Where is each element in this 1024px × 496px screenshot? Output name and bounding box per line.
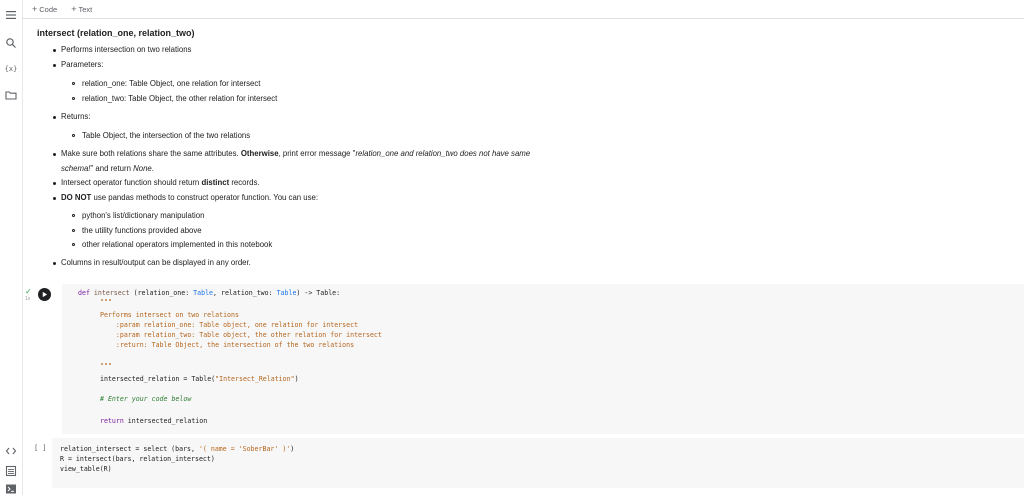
type-name: Table xyxy=(191,375,212,383)
text-italic: schema! xyxy=(61,164,91,173)
variables-icon[interactable]: {x} xyxy=(4,62,18,76)
code-cell-test[interactable]: [ ] relation_intersect = select (bars, '… xyxy=(22,438,1024,493)
terminal-icon[interactable] xyxy=(4,482,18,496)
code-line: intersected_relation = Table("Intersect_… xyxy=(100,375,299,383)
add-text-button[interactable]: + Text xyxy=(71,3,93,14)
add-text-label: Text xyxy=(78,4,93,14)
command-palette-icon[interactable] xyxy=(4,464,18,478)
sub-bullet xyxy=(72,229,75,232)
code-text: : xyxy=(336,289,341,297)
sub-bullet xyxy=(72,134,75,137)
same-attributes-item-cont: schema!" and return None. xyxy=(61,164,154,173)
code-text: ) xyxy=(294,375,299,383)
run-cell-button[interactable] xyxy=(38,288,51,301)
type-name: Table xyxy=(316,289,337,297)
text-bold: DO NOT xyxy=(61,193,92,202)
plus-icon: + xyxy=(32,3,38,14)
add-code-label: Code xyxy=(39,4,58,14)
no-pandas-item: DO NOT use pandas methods to construct o… xyxy=(61,193,318,202)
code-text: relation_intersect = select (bars, xyxy=(60,445,199,453)
sub-bullet xyxy=(72,243,75,246)
text: Intersect operator function should retur… xyxy=(61,178,202,187)
docstring-line: :param relation_two: Table object, the o… xyxy=(100,331,382,339)
execution-time: 1s xyxy=(25,296,31,302)
text-bold: distinct xyxy=(201,178,230,187)
sub-bullet xyxy=(72,97,75,100)
sub-bullet xyxy=(72,82,75,85)
distinct-item: Intersect operator function should retur… xyxy=(61,178,260,187)
code-text: (relation_one: xyxy=(129,289,194,297)
text-italic: relation_one and relation_two does not h… xyxy=(355,149,531,158)
code-cell-intersect[interactable]: ✓ 1s def intersect (relation_one: Table,… xyxy=(22,284,1024,436)
string-literal: '( name = 'SoberBar' )' xyxy=(198,445,291,453)
code-text: intersected_relation xyxy=(123,417,208,425)
code-line: return intersected_relation xyxy=(100,417,207,425)
code-line: relation_intersect = select (bars, '( na… xyxy=(60,445,294,453)
code-snippets-icon[interactable] xyxy=(4,444,18,458)
text: Make sure both relations share the same … xyxy=(61,149,241,158)
bullet xyxy=(53,64,56,67)
returns-item: Returns: xyxy=(61,112,91,121)
text: records. xyxy=(229,178,260,187)
sub-bullet xyxy=(72,214,75,217)
allowed-utility-functions: the utility functions provided above xyxy=(82,226,202,235)
search-icon[interactable] xyxy=(4,36,18,50)
column-order-item: Columns in result/output can be displaye… xyxy=(61,258,251,267)
code-line: R = intersect(bars, relation_intersect) xyxy=(60,455,215,463)
code-editor[interactable]: def intersect (relation_one: Table, rela… xyxy=(62,284,1024,434)
check-icon: ✓ xyxy=(25,287,32,296)
returns-desc: Table Object, the intersection of the tw… xyxy=(82,131,251,140)
bullet xyxy=(53,49,56,52)
docstring-line: Performs intersect on two relations xyxy=(100,311,239,319)
notebook-toolbar: + Code + Text xyxy=(22,0,1024,19)
run-cell-bracket[interactable]: [ ] xyxy=(34,444,47,452)
docstring-line: """ xyxy=(100,298,112,306)
docstring-line: """ xyxy=(100,362,112,370)
left-sidebar: {x} xyxy=(0,0,23,495)
code-line: def intersect (relation_one: Table, rela… xyxy=(78,289,340,297)
param-relation-two: relation_two: Table Object, the other re… xyxy=(82,94,278,103)
comment-line: # Enter your code below xyxy=(100,395,192,403)
code-text: , relation_two: xyxy=(213,289,277,297)
bullet xyxy=(53,182,56,185)
function-heading: intersect (relation_one, relation_two) xyxy=(37,28,195,38)
text-cell[interactable]: intersect (relation_one, relation_two) P… xyxy=(22,20,1024,282)
function-name: intersect xyxy=(93,289,130,297)
keyword: return xyxy=(100,417,124,425)
code-text: ) -> xyxy=(296,289,317,297)
text-italic: None xyxy=(133,164,152,173)
type-name: Table xyxy=(193,289,214,297)
text-bold: Otherwise xyxy=(240,149,279,158)
code-text: intersected_relation = xyxy=(100,375,192,383)
param-relation-one: relation_one: Table Object, one relation… xyxy=(82,79,261,88)
text: use pandas methods to construct operator… xyxy=(91,193,319,202)
string-literal: "Intersect_Relation" xyxy=(215,375,295,383)
code-editor[interactable]: relation_intersect = select (bars, '( na… xyxy=(52,438,1024,488)
add-code-button[interactable]: + Code xyxy=(32,3,58,14)
bullet xyxy=(53,153,56,156)
code-line: view_table(R) xyxy=(60,465,112,473)
allowed-python-lists: python's list/dictionary manipulation xyxy=(82,211,205,220)
type-name: Table xyxy=(276,289,297,297)
files-icon[interactable] xyxy=(4,88,18,102)
docstring-line: :param relation_one: Table object, one r… xyxy=(100,321,359,329)
keyword: def xyxy=(78,289,90,297)
parameters-item: Parameters: xyxy=(61,60,104,69)
docstring-line: :return: Table Object, the intersection … xyxy=(100,341,355,349)
cell-gutter: ✓ 1s xyxy=(22,284,60,436)
same-attributes-item: Make sure both relations share the same … xyxy=(61,149,530,158)
text: . xyxy=(151,164,154,173)
play-icon xyxy=(42,291,48,298)
bullet xyxy=(53,262,56,265)
allowed-relational-operators: other relational operators implemented i… xyxy=(82,240,273,249)
menu-icon[interactable] xyxy=(4,8,18,22)
bullet xyxy=(53,197,56,200)
text: " and return xyxy=(90,164,134,173)
bullet xyxy=(53,116,56,119)
text: , print error message " xyxy=(278,149,356,158)
code-text: ) xyxy=(290,445,295,453)
plus-icon: + xyxy=(71,3,77,14)
desc-item: Performs intersection on two relations xyxy=(61,45,192,54)
